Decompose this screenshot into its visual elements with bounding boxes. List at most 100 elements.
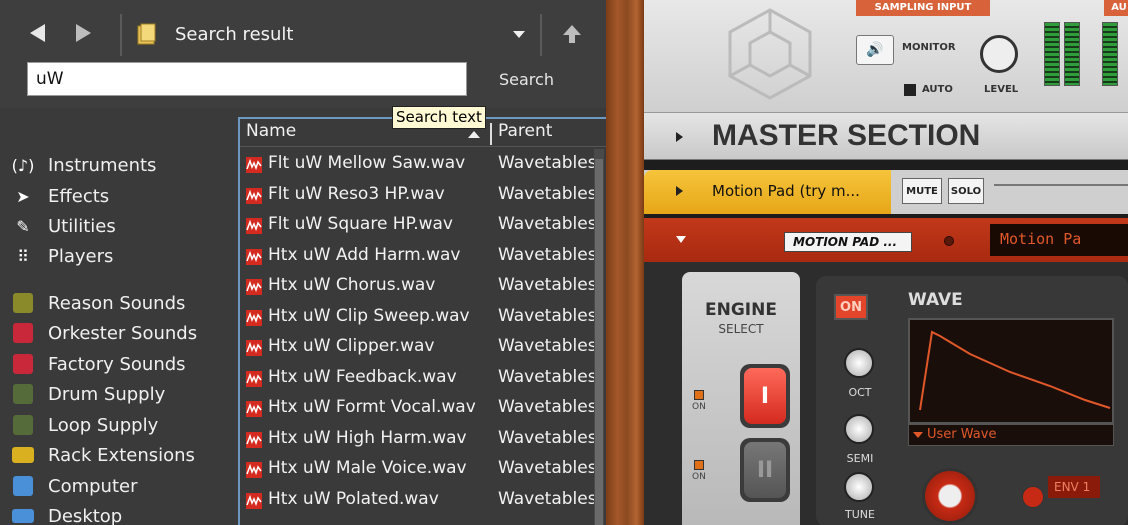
file-name: Htx uW Polated.wav [268, 488, 439, 509]
expand-arrow-icon[interactable] [676, 186, 683, 196]
table-row[interactable]: Htx uW Clipper.wav Wavetables [240, 332, 606, 362]
tune-label: TUNE [845, 508, 875, 521]
sidebar-item-desktop[interactable]: Desktop [10, 503, 122, 525]
sidebar-item-players[interactable]: ⠿ Players [10, 243, 113, 269]
level-meter-right [1064, 22, 1080, 86]
wav-file-icon [246, 431, 262, 448]
table-row[interactable]: Flt uW Square HP.wav Wavetables [240, 210, 606, 240]
location-label: Search result [175, 24, 294, 45]
auto-checkbox[interactable] [904, 84, 916, 96]
track-fader[interactable] [994, 184, 1128, 198]
table-row[interactable]: Htx uW High Harm.wav Wavetables [240, 424, 606, 454]
table-row[interactable]: Htx uW Formt Vocal.wav Wavetables [240, 393, 606, 423]
waveform-graph [919, 330, 1111, 411]
sidebar-item-reason-sounds[interactable]: Reason Sounds [10, 290, 185, 316]
column-header-name[interactable]: Name [246, 121, 296, 141]
back-arrow-icon[interactable] [30, 24, 48, 42]
sidebar-item-loop-supply[interactable]: Loop Supply [10, 412, 158, 438]
sidebar-item-orkester-sounds[interactable]: Orkester Sounds [10, 320, 197, 346]
sidebar-item-drum-supply[interactable]: Drum Supply [10, 381, 165, 407]
solo-button[interactable]: SOLO [948, 178, 984, 204]
location-dropdown-icon[interactable] [513, 31, 525, 38]
speaker-icon: 🔊 [866, 42, 884, 58]
wave-on-button[interactable]: ON [834, 294, 868, 320]
engine-2-button[interactable]: II [740, 438, 790, 502]
reason-sounds-icon [10, 292, 36, 314]
rack-wood-divider [606, 0, 644, 525]
search-tooltip: Search text [392, 106, 486, 129]
table-row[interactable]: Flt uW Reso3 HP.wav Wavetables [240, 180, 606, 210]
sidebar-item-instruments[interactable]: (♪) Instruments [10, 152, 157, 178]
folder-icon [137, 23, 156, 45]
computer-icon [10, 475, 36, 497]
expand-arrow-icon[interactable] [676, 132, 683, 142]
table-row[interactable]: Htx uW Feedback.wav Wavetables [240, 363, 606, 393]
collapse-arrow-icon[interactable] [676, 236, 686, 243]
engine-2-on-led[interactable] [694, 460, 704, 470]
table-row[interactable]: Htx uW Male Voice.wav Wavetables [240, 454, 606, 484]
utilities-icon: ✎ [16, 216, 30, 236]
level-knob[interactable] [980, 35, 1018, 73]
scrollbar-thumb[interactable] [595, 159, 603, 525]
env-source-display[interactable]: ENV 1 [1048, 476, 1100, 498]
file-list[interactable]: Name Parent Flt uW Mellow Saw.wav Wavetab… [238, 117, 606, 525]
wave-position-knob[interactable] [922, 468, 978, 524]
file-list-scrollbar[interactable] [594, 149, 604, 525]
sidebar-item-computer[interactable]: Computer [10, 473, 137, 499]
file-name: Htx uW Male Voice.wav [268, 458, 467, 478]
column-header-parent[interactable]: Parent [498, 121, 552, 141]
column-divider[interactable] [490, 123, 492, 145]
monitor-speaker-button[interactable]: 🔊 [856, 35, 894, 65]
engine-1-on-led[interactable] [694, 390, 704, 400]
semi-knob[interactable] [844, 414, 874, 444]
table-row[interactable]: Flt uW Mellow Saw.wav Wavetables [240, 149, 606, 179]
engine-select-panel: ENGINE SELECT ON I ON II [682, 272, 800, 525]
browser-toolbar: Search result Search [0, 0, 606, 108]
file-name: Htx uW Feedback.wav [268, 366, 457, 387]
engine-1-on-label: ON [692, 402, 706, 412]
wav-file-icon [246, 401, 262, 417]
file-parent: Wavetables [498, 488, 597, 509]
orkester-sounds-icon [10, 322, 36, 344]
sort-ascending-icon [468, 131, 480, 138]
sidebar-item-utilities[interactable]: ✎ Utilities [10, 213, 115, 239]
search-input[interactable] [27, 62, 467, 96]
mute-button[interactable]: MUTE [902, 178, 942, 204]
forward-arrow-icon[interactable] [76, 24, 94, 42]
loop-supply-icon [10, 414, 36, 436]
oct-knob[interactable] [844, 348, 874, 378]
master-section-title: MASTER SECTION [712, 119, 981, 152]
table-row[interactable]: Htx uW Add Harm.wav Wavetables [240, 241, 606, 271]
level-label: LEVEL [984, 84, 1019, 95]
rack-extensions-icon [10, 444, 36, 466]
track-header[interactable]: Motion Pad (try m... [644, 170, 891, 214]
env-amount-knob[interactable] [1022, 486, 1044, 508]
master-section-header[interactable]: MASTER SECTION [644, 112, 1128, 160]
tune-knob[interactable] [844, 472, 874, 502]
auto-label: AUTO [922, 84, 953, 95]
file-parent: Wavetables [498, 336, 597, 356]
table-row[interactable]: Htx uW Polated.wav Wavetables [240, 485, 606, 515]
sidebar-item-rack-extensions[interactable]: Rack Extensions [10, 442, 195, 468]
sound-browser: Search result Search Search text (♪) Ins… [0, 0, 606, 525]
file-name: Htx uW Add Harm.wav [268, 244, 461, 265]
patch-name-field[interactable]: MOTION PAD ... [784, 232, 912, 252]
file-name: Htx uW Chorus.wav [268, 275, 436, 295]
file-name: Htx uW Clip Sweep.wav [268, 305, 470, 326]
user-wave-selector[interactable]: User Wave [908, 424, 1114, 446]
monitor-label: MONITOR [902, 42, 956, 53]
search-button[interactable]: Search [499, 70, 554, 89]
patch-browse-icon[interactable] [944, 236, 954, 246]
wave-title: WAVE [908, 290, 963, 310]
table-row[interactable]: Htx uW Chorus.wav Wavetables [240, 271, 606, 301]
sidebar-item-effects[interactable]: ➤ Effects [10, 183, 109, 209]
sidebar-item-factory-sounds[interactable]: Factory Sounds [10, 351, 186, 377]
drum-supply-icon [10, 383, 36, 405]
engine-title: ENGINE [705, 300, 777, 320]
engine-1-button[interactable]: I [740, 364, 790, 428]
up-folder-icon[interactable] [562, 24, 582, 44]
file-parent: Wavetables [498, 305, 597, 326]
toolbar-divider [540, 14, 542, 56]
table-row[interactable]: Htx uW Clip Sweep.wav Wavetables [240, 302, 606, 332]
players-grid-icon: ⠿ [17, 246, 29, 266]
